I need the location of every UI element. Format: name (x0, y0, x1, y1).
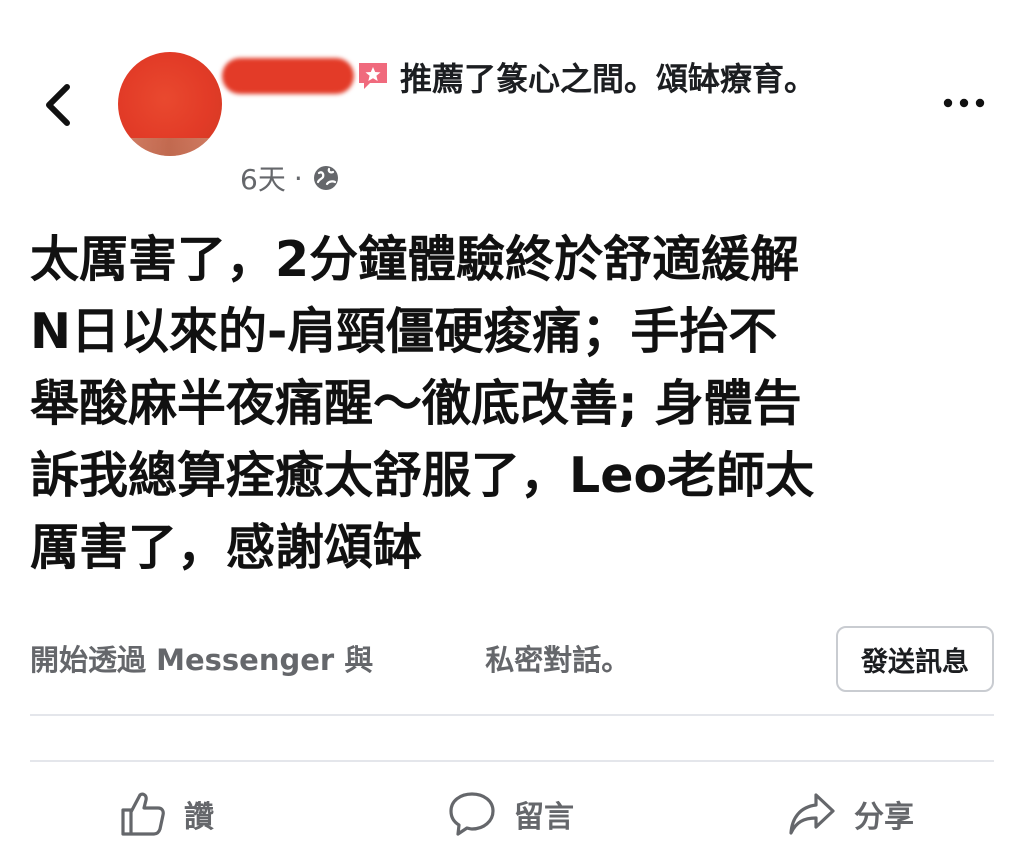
post-headline[interactable]: 推薦了篆心之間。頌缽療育。 (240, 54, 840, 104)
avatar-image-edge (118, 138, 222, 156)
post-header: 推薦了篆心之間。頌缽療育。 6天 · (0, 0, 1024, 205)
more-options-button[interactable] (942, 88, 986, 118)
meta-separator: · (293, 161, 303, 195)
messenger-text: 開始透過 Messenger 與 私密對話。 (30, 642, 630, 678)
back-button[interactable] (38, 82, 78, 128)
redacted-name (373, 644, 486, 674)
chevron-left-icon (46, 84, 70, 126)
share-button[interactable]: 分享 (786, 786, 914, 842)
divider (30, 714, 994, 716)
post-text: 太厲害了，2分鐘體驗終於舒適緩解 N日以來的-肩頸僵硬痠痛；手抬不 舉酸麻半夜痛… (30, 231, 815, 576)
post-time[interactable]: 6天 (240, 158, 286, 198)
avatar[interactable] (118, 52, 222, 156)
send-message-button[interactable]: 發送訊息 (836, 626, 994, 692)
post-meta: 6天 · (240, 160, 341, 196)
comment-bubble-icon (449, 792, 495, 836)
more-dots-icon (943, 98, 985, 108)
messenger-prefix: 開始透過 Messenger 與 (30, 643, 374, 677)
comment-button[interactable]: 留言 (446, 786, 574, 842)
like-button[interactable]: 讚 (118, 786, 214, 842)
divider (30, 760, 994, 762)
thumbs-up-icon (121, 792, 165, 836)
share-arrow-icon (789, 793, 835, 835)
messenger-suffix: 私密對話。 (485, 643, 631, 677)
share-label: 分享 (854, 800, 914, 835)
messenger-prompt: 開始透過 Messenger 與 私密對話。 發送訊息 (30, 622, 994, 694)
action-bar: 讚 留言 分享 (0, 778, 1024, 848)
globe-icon[interactable] (311, 163, 341, 193)
comment-label: 留言 (514, 800, 574, 835)
like-label: 讚 (184, 800, 214, 835)
